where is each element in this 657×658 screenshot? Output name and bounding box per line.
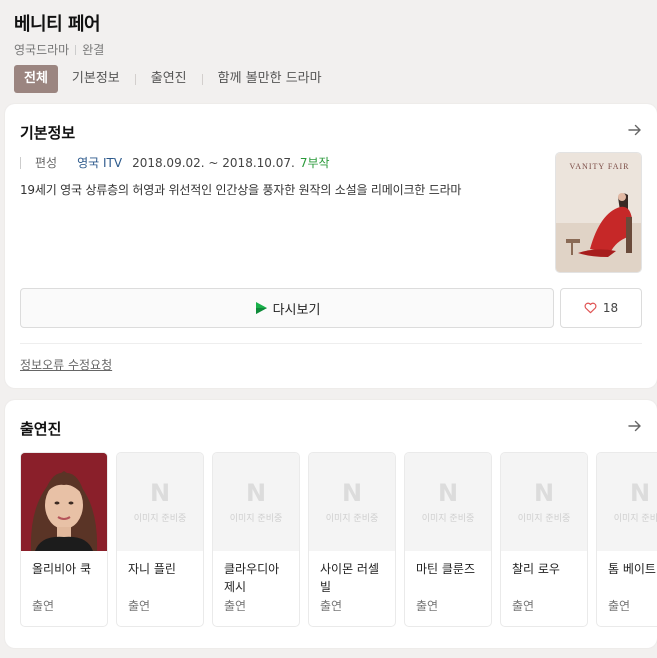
cast-name: 클라우디아 제시	[224, 562, 280, 594]
arrow-right-icon[interactable]	[627, 418, 643, 434]
image-placeholder: N 이미지 준비중	[309, 453, 395, 551]
status-label: 완결	[82, 43, 105, 57]
cast-photo	[21, 453, 107, 551]
image-placeholder: N 이미지 준비중	[405, 453, 491, 551]
cast-role: 출연	[320, 599, 343, 613]
report-error-link[interactable]: 정보오류 수정요청	[20, 356, 112, 373]
poster-image[interactable]: VANITY FAIR	[555, 152, 642, 273]
poster-art: VANITY FAIR	[556, 153, 641, 272]
naver-logo-icon: N	[149, 478, 171, 507]
naver-logo-icon: N	[341, 478, 363, 507]
cast-role: 출연	[608, 599, 631, 613]
meta-divider	[75, 44, 77, 55]
channel-link[interactable]: 영국 ITV	[77, 154, 122, 171]
play-icon	[255, 302, 267, 314]
cast-role: 출연	[128, 599, 151, 613]
cast-list: 올리비아 쿡 출연 N 이미지 준비중 자니 플린 출연 N 이미지 준비중 클…	[20, 452, 657, 627]
cast-name: 올리비아 쿡	[32, 562, 92, 576]
cast-card: 출연진 올리비아 쿡 출연 N 이미지 준비중 자니 플린 출연 N 이미지 준…	[5, 400, 657, 648]
no-image-text: 이미지 준비중	[517, 513, 571, 524]
replay-label: 다시보기	[272, 302, 321, 318]
no-image-text: 이미지 준비중	[421, 513, 475, 524]
episode-count: 7부작	[299, 156, 330, 170]
cast-role: 출연	[512, 599, 535, 613]
arrow-right-icon[interactable]	[627, 122, 643, 138]
cast-member[interactable]: N 이미지 준비중 찰리 로우 출연	[500, 452, 588, 627]
cast-role: 출연	[32, 599, 55, 613]
actor-photo	[21, 453, 107, 551]
no-image-text: 이미지 준비중	[613, 513, 657, 524]
cast-role: 출연	[224, 599, 247, 613]
naver-logo-icon: N	[533, 478, 555, 507]
cast-member[interactable]: N 이미지 준비중 클라우디아 제시 출연	[212, 452, 300, 627]
tab-divider	[134, 73, 136, 85]
cast-member[interactable]: N 이미지 준비중 마틴 클룬즈 출연	[404, 452, 492, 627]
broadcast-dates: 2018.09.02. ~ 2018.10.07.	[132, 155, 295, 170]
naver-logo-icon: N	[437, 478, 459, 507]
title-meta: 영국드라마 완결	[14, 41, 104, 58]
cast-name: 찰리 로우	[512, 562, 560, 576]
cast-heading[interactable]: 출연진	[20, 418, 61, 439]
image-placeholder: N 이미지 준비중	[501, 453, 587, 551]
info-divider	[20, 156, 21, 169]
tab-divider	[201, 73, 203, 85]
cast-name: 마틴 클룬즈	[416, 562, 476, 576]
tab-basic-info[interactable]: 기본정보	[66, 65, 126, 93]
basic-info-card: 기본정보 편성 영국 ITV 2018.09.02. ~ 2018.10.07.…	[5, 104, 657, 388]
replay-button[interactable]: 다시보기	[20, 288, 554, 328]
basic-info-heading[interactable]: 기본정보	[20, 122, 75, 143]
no-image-text: 이미지 준비중	[133, 513, 187, 524]
genre-label: 영국드라마	[14, 43, 70, 57]
broadcast-label: 편성	[35, 156, 58, 170]
header: 베니티 페어 영국드라마 완결	[14, 10, 104, 58]
image-placeholder: N 이미지 준비중	[597, 453, 657, 551]
naver-logo-icon: N	[245, 478, 267, 507]
like-count: 18	[602, 301, 619, 315]
cast-member[interactable]: N 이미지 준비중 사이몬 러셀 빌 출연	[308, 452, 396, 627]
synopsis: 19세기 영국 상류층의 허영과 위선적인 인간상을 풍자한 원작의 소설을 리…	[20, 183, 462, 197]
naver-logo-icon: N	[629, 478, 651, 507]
broadcast-info: 편성 영국 ITV 2018.09.02. ~ 2018.10.07. 7부작	[20, 154, 330, 171]
heart-icon	[584, 302, 597, 314]
cast-role: 출연	[416, 599, 439, 613]
image-placeholder: N 이미지 준비중	[213, 453, 299, 551]
like-button[interactable]: 18	[560, 288, 642, 328]
cast-member[interactable]: N 이미지 준비중 톰 베이트먼 출연	[596, 452, 657, 627]
tab-bar: 전체 기본정보 출연진 함께 볼만한 드라마	[14, 65, 328, 93]
tab-recommended[interactable]: 함께 볼만한 드라마	[212, 65, 328, 93]
image-placeholder: N 이미지 준비중	[117, 453, 203, 551]
cast-name: 사이몬 러셀 빌	[320, 562, 380, 594]
cast-member[interactable]: 올리비아 쿡 출연	[20, 452, 108, 627]
no-image-text: 이미지 준비중	[325, 513, 379, 524]
card-divider	[20, 343, 642, 344]
page-title: 베니티 페어	[14, 14, 101, 35]
tab-cast[interactable]: 출연진	[145, 65, 193, 93]
tab-all[interactable]: 전체	[14, 65, 58, 93]
no-image-text: 이미지 준비중	[229, 513, 283, 524]
cast-name: 톰 베이트먼	[608, 562, 657, 576]
poster-title: VANITY FAIR	[570, 162, 630, 171]
cast-name: 자니 플린	[128, 562, 176, 576]
cast-member[interactable]: N 이미지 준비중 자니 플린 출연	[116, 452, 204, 627]
